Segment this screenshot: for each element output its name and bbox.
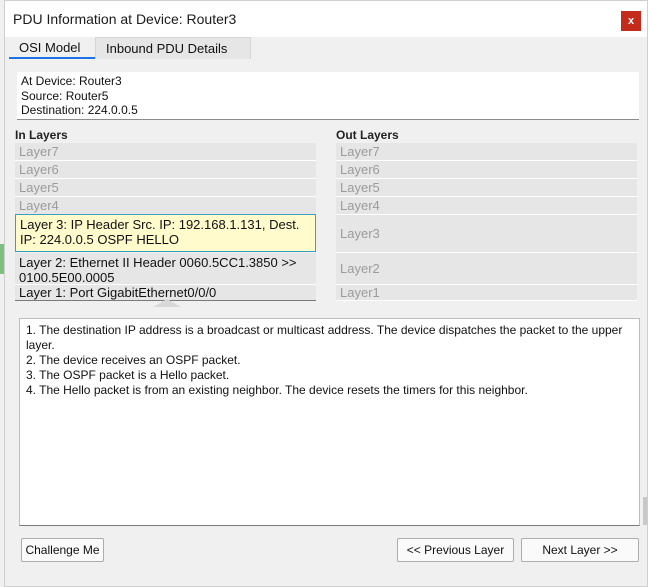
info-source: Source: Router5 xyxy=(21,88,109,103)
in-layer-5[interactable]: Layer5 xyxy=(15,179,316,197)
info-device: At Device: Router3 xyxy=(21,74,122,88)
close-icon: x xyxy=(627,15,635,27)
in-layer-7[interactable]: Layer7 xyxy=(15,143,316,161)
close-button[interactable]: x xyxy=(621,11,641,31)
in-layer-2[interactable]: Layer 2: Ethernet II Header 0060.5CC1.38… xyxy=(15,253,316,285)
title-bar: PDU Information at Device: Router3 x xyxy=(5,1,647,37)
resize-handle[interactable] xyxy=(643,497,647,525)
pdu-info-window: PDU Information at Device: Router3 x OSI… xyxy=(4,0,648,587)
description-line: 1. The destination IP address is a broad… xyxy=(26,323,623,352)
out-layer-4[interactable]: Layer4 xyxy=(336,197,637,215)
tab-strip: OSI Model Inbound PDU Details xyxy=(5,37,647,59)
collapse-arrow-icon xyxy=(153,299,181,307)
description-box: 1. The destination IP address is a broad… xyxy=(19,318,640,526)
description-line: 4. The Hello packet is from an existing … xyxy=(26,383,528,397)
out-layer-7[interactable]: Layer7 xyxy=(336,143,637,161)
out-layer-2[interactable]: Layer2 xyxy=(336,253,637,285)
osi-model-panel: At Device: Router3 Source: Router5 Desti… xyxy=(9,59,647,586)
device-info-box: At Device: Router3 Source: Router5 Desti… xyxy=(17,72,639,120)
description-line: 2. The device receives an OSPF packet. xyxy=(26,353,241,367)
tab-inbound-pdu-details[interactable]: Inbound PDU Details xyxy=(95,37,251,59)
in-layer-6[interactable]: Layer6 xyxy=(15,161,316,179)
challenge-me-button[interactable]: Challenge Me xyxy=(21,538,104,562)
in-layer-4[interactable]: Layer4 xyxy=(15,197,316,215)
info-destination: Destination: 224.0.0.5 xyxy=(21,103,138,117)
in-layers-label: In Layers xyxy=(15,128,68,142)
out-layer-6[interactable]: Layer6 xyxy=(336,161,637,179)
next-layer-button[interactable]: Next Layer >> xyxy=(521,538,639,562)
out-layer-1[interactable]: Layer1 xyxy=(336,285,637,301)
tab-osi-model[interactable]: OSI Model xyxy=(9,37,95,59)
out-layer-3[interactable]: Layer3 xyxy=(336,215,637,253)
window-title: PDU Information at Device: Router3 xyxy=(13,11,237,27)
previous-layer-button[interactable]: << Previous Layer xyxy=(397,538,514,562)
out-layer-5[interactable]: Layer5 xyxy=(336,179,637,197)
description-line: 3. The OSPF packet is a Hello packet. xyxy=(26,368,230,382)
in-layer-3[interactable]: Layer 3: IP Header Src. IP: 192.168.1.13… xyxy=(15,214,316,252)
out-layers-label: Out Layers xyxy=(336,128,399,142)
